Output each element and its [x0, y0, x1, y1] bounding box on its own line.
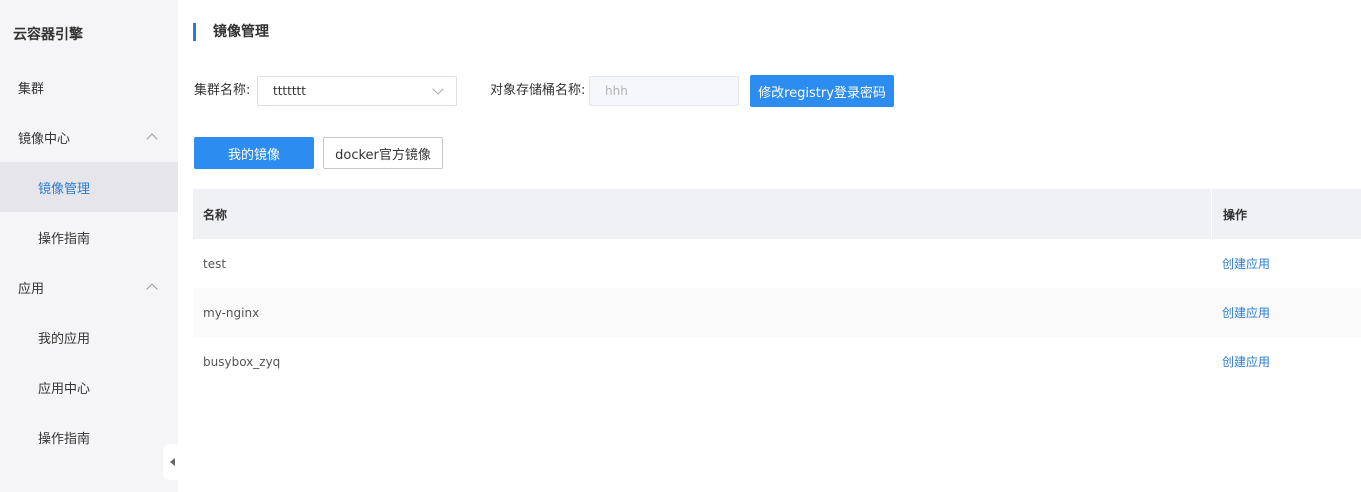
main-content: 镜像管理 集群名称: ttttttt 对象存储桶名称: hhh 修改regist…: [178, 0, 1361, 492]
create-app-link[interactable]: 创建应用: [1222, 257, 1270, 271]
sidebar-item-label: 我的应用: [38, 331, 91, 347]
sidebar-item-app-center[interactable]: 应用中心: [0, 362, 178, 412]
sidebar-group-image-center[interactable]: 镜像中心: [0, 112, 178, 162]
sidebar-item-image-guide[interactable]: 操作指南: [0, 212, 178, 262]
page-title: 镜像管理: [193, 23, 269, 41]
create-app-link[interactable]: 创建应用: [1222, 306, 1270, 320]
sidebar-item-my-apps[interactable]: 我的应用: [0, 312, 178, 362]
table-row: test 创建应用: [193, 239, 1361, 288]
cluster-select[interactable]: ttttttt: [257, 76, 457, 106]
change-registry-password-button[interactable]: 修改registry登录密码: [750, 75, 894, 107]
image-name-cell: my-nginx: [203, 305, 260, 320]
image-table: 名称 操作 test 创建应用 my-nginx 创建应用 busybox_zy…: [193, 189, 1361, 386]
sidebar-group-application[interactable]: 应用: [0, 262, 178, 312]
sidebar-group-cluster[interactable]: 集群: [0, 62, 178, 112]
sidebar-title: 云容器引擎: [13, 27, 83, 43]
chevron-up-icon: [146, 133, 158, 145]
sidebar-item-label: 镜像管理: [38, 181, 91, 197]
column-header-name: 名称: [203, 207, 228, 222]
sidebar-item-label: 操作指南: [38, 231, 91, 247]
sidebar: 云容器引擎 集群 镜像中心 镜像管理 操作指南 应用 我的应用 应用中心 操作指…: [0, 0, 178, 492]
cluster-select-value: ttttttt: [273, 84, 306, 98]
bucket-name-value: hhh: [605, 84, 628, 98]
bucket-name-label: 对象存储桶名称:: [490, 83, 586, 98]
sidebar-item-image-management[interactable]: 镜像管理: [0, 162, 178, 212]
sidebar-group-label: 应用: [18, 281, 45, 297]
cluster-name-label: 集群名称:: [194, 83, 251, 98]
sidebar-item-label: 应用中心: [38, 381, 91, 397]
sidebar-collapse-button[interactable]: [163, 444, 178, 480]
tab-my-images[interactable]: 我的镜像: [194, 137, 314, 169]
sidebar-item-label: 操作指南: [38, 431, 91, 447]
app-root: 云容器引擎 集群 镜像中心 镜像管理 操作指南 应用 我的应用 应用中心 操作指…: [0, 0, 1361, 492]
chevron-down-icon: [432, 83, 444, 95]
sidebar-group-label: 镜像中心: [18, 131, 71, 147]
table-row: busybox_zyq 创建应用: [193, 337, 1361, 386]
create-app-link[interactable]: 创建应用: [1222, 355, 1270, 369]
caret-left-icon: [169, 458, 175, 466]
sidebar-group-label: 集群: [18, 81, 45, 97]
bucket-name-input: hhh: [589, 76, 739, 106]
sidebar-item-app-guide[interactable]: 操作指南: [0, 412, 178, 462]
tab-docker-official-images[interactable]: docker官方镜像: [323, 137, 443, 169]
chevron-up-icon: [146, 283, 158, 295]
image-name-cell: test: [203, 256, 227, 271]
table-row: my-nginx 创建应用: [193, 288, 1361, 337]
image-name-cell: busybox_zyq: [203, 354, 281, 369]
table-header: 名称 操作: [193, 189, 1361, 239]
column-header-action: 操作: [1211, 189, 1361, 239]
